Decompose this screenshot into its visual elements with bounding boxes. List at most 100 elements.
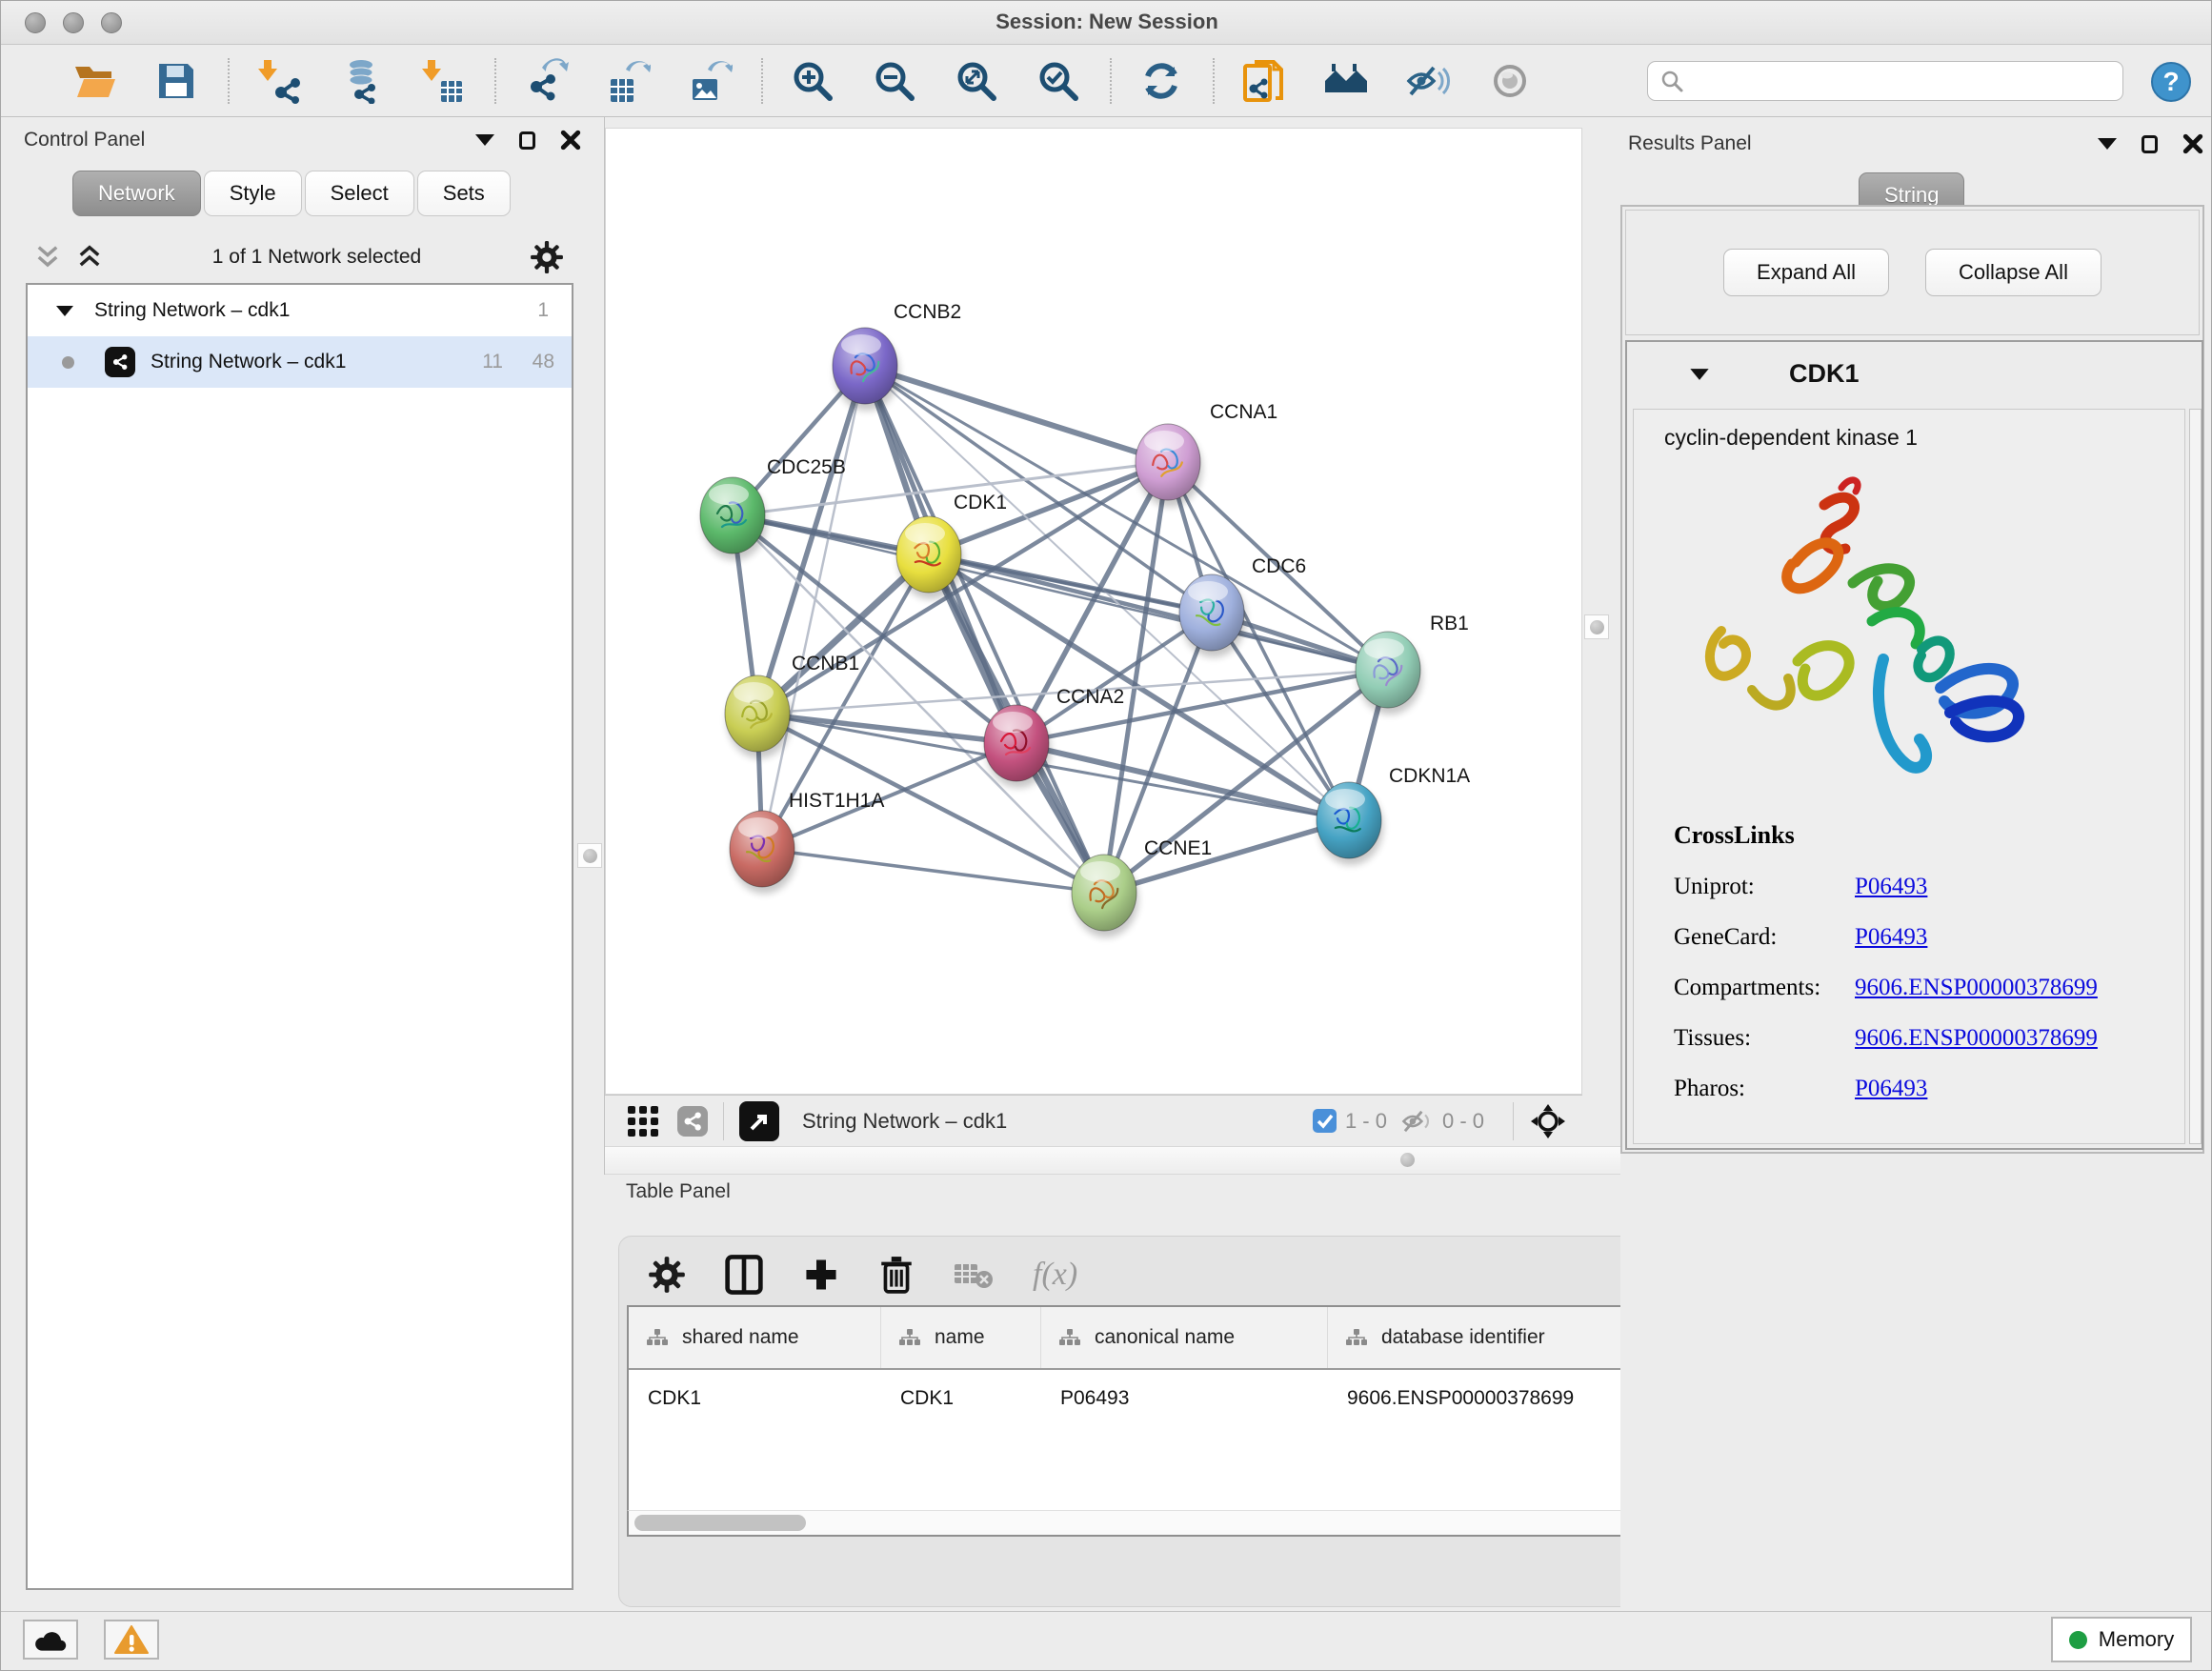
crosshair-icon[interactable] xyxy=(1529,1102,1567,1140)
table-cell[interactable]: CDK1 xyxy=(881,1387,1041,1410)
protein-structure-image xyxy=(1681,467,2062,810)
table-panel-title: Table Panel xyxy=(626,1180,731,1203)
birds-eye-view-icon[interactable] xyxy=(739,1101,779,1141)
crosslink-link[interactable]: P06493 xyxy=(1855,874,1927,899)
network-row-selected[interactable]: String Network – cdk1 11 48 xyxy=(28,336,572,388)
crosslink-link[interactable]: 9606.ENSP00000378699 xyxy=(1855,1025,2098,1051)
node-label-CCNA2: CCNA2 xyxy=(1056,686,1124,708)
network-node-HIST1H1A[interactable] xyxy=(730,811,796,894)
open-session-button[interactable] xyxy=(70,56,119,106)
table-cell[interactable]: 9606.ENSP00000378699 xyxy=(1328,1387,1635,1410)
collapse-all-icon[interactable] xyxy=(33,243,62,272)
network-node-CCNE1[interactable] xyxy=(1072,855,1138,937)
column-header-shared-name[interactable]: shared name xyxy=(629,1307,881,1368)
left-splitter-handle[interactable] xyxy=(577,843,602,868)
apply-layout-button[interactable] xyxy=(1136,56,1186,106)
eye-icon xyxy=(1489,60,1531,102)
delete-table-icon[interactable] xyxy=(953,1258,995,1291)
new-network-from-selection-button[interactable] xyxy=(1239,56,1289,106)
tree-expand-caret-icon[interactable] xyxy=(56,304,73,317)
network-collection-row[interactable]: String Network – cdk1 1 xyxy=(28,285,572,336)
results-panel-title: Results Panel xyxy=(1628,132,1752,155)
first-neighbors-button[interactable] xyxy=(1321,56,1371,106)
search-input[interactable] xyxy=(1692,64,2122,98)
crosslink-label: Uniprot: xyxy=(1674,874,1855,900)
table-settings-gear-icon[interactable] xyxy=(648,1256,686,1294)
panel-menu-icon[interactable] xyxy=(2098,138,2117,150)
tab-network[interactable]: Network xyxy=(72,171,201,216)
function-builder-icon[interactable]: f(x) xyxy=(1033,1257,1077,1293)
network-node-CDC6[interactable] xyxy=(1179,574,1246,657)
panel-menu-icon[interactable] xyxy=(475,134,494,146)
table-cell[interactable]: P06493 xyxy=(1041,1387,1328,1410)
export-network-button[interactable] xyxy=(521,56,571,106)
network-view-canvas[interactable]: CCNB2CCNA1CDC25BCDK1CDC6RB1CCNB1CCNA2CDK… xyxy=(605,128,1582,1095)
right-splitter-handle[interactable] xyxy=(1584,614,1609,639)
section-collapse-caret-icon[interactable] xyxy=(1690,367,1709,381)
tab-sets[interactable]: Sets xyxy=(417,171,511,216)
zoom-out-button[interactable] xyxy=(870,56,919,106)
cloud-status-button[interactable] xyxy=(23,1620,78,1660)
network-node-CDKN1A[interactable] xyxy=(1317,782,1383,865)
export-image-button[interactable] xyxy=(685,56,734,106)
zoom-selected-button[interactable] xyxy=(1034,56,1083,106)
network-view-icon[interactable] xyxy=(677,1106,708,1137)
table-cell[interactable]: CDK1 xyxy=(629,1387,881,1410)
zoom-in-button[interactable] xyxy=(788,56,837,106)
edge-CCNE1-CDKN1A[interactable] xyxy=(1104,820,1349,893)
memory-button[interactable]: Memory xyxy=(2051,1617,2192,1662)
network-node-CCNB1[interactable] xyxy=(725,675,792,758)
edge-CCNB2-CCNE1[interactable] xyxy=(865,366,1104,893)
expand-all-icon[interactable] xyxy=(75,243,104,272)
panel-float-icon[interactable] xyxy=(2142,135,2158,153)
network-node-CCNB2[interactable] xyxy=(833,328,899,411)
network-node-CCNA1[interactable] xyxy=(1136,424,1202,507)
column-type-icon xyxy=(646,1328,669,1347)
crosslink-row: Tissues:9606.ENSP00000378699 xyxy=(1674,1013,2098,1063)
crosslink-link[interactable]: P06493 xyxy=(1855,924,1927,950)
network-node-CDK1[interactable] xyxy=(896,516,963,599)
grid-view-icon[interactable] xyxy=(624,1102,662,1140)
import-table-file-button[interactable] xyxy=(418,56,468,106)
panel-close-icon[interactable] xyxy=(560,130,581,151)
tab-select[interactable]: Select xyxy=(305,171,414,216)
import-table-icon xyxy=(420,58,466,104)
node-label-CDK1: CDK1 xyxy=(954,492,1007,513)
show-columns-icon[interactable] xyxy=(724,1254,764,1296)
panel-float-icon[interactable] xyxy=(519,131,535,150)
network-node-RB1[interactable] xyxy=(1356,632,1422,715)
show-all-button[interactable] xyxy=(1485,56,1535,106)
gear-icon[interactable] xyxy=(530,240,564,274)
zoom-fit-button[interactable] xyxy=(952,56,1001,106)
network-node-CCNA2[interactable] xyxy=(984,705,1051,788)
scrollbar-thumb[interactable] xyxy=(634,1515,806,1531)
import-network-database-button[interactable] xyxy=(336,56,386,106)
crosslink-link[interactable]: 9606.ENSP00000378699 xyxy=(1855,975,2098,1000)
eye-slash-icon xyxy=(1405,60,1451,102)
edge-CCNB2-CCNA1[interactable] xyxy=(865,366,1168,462)
column-header-canonical-name[interactable]: canonical name xyxy=(1041,1307,1328,1368)
crosslink-link[interactable]: P06493 xyxy=(1855,1076,1927,1101)
tab-style[interactable]: Style xyxy=(204,171,302,216)
column-header-name[interactable]: name xyxy=(881,1307,1041,1368)
results-scrollbar[interactable] xyxy=(2189,409,2202,1144)
collapse-all-button[interactable]: Collapse All xyxy=(1925,249,2101,296)
column-type-icon xyxy=(898,1328,921,1347)
warning-status-button[interactable] xyxy=(104,1620,159,1660)
hide-selected-button[interactable] xyxy=(1403,56,1453,106)
selected-checkbox-icon[interactable] xyxy=(1312,1108,1337,1134)
import-network-file-button[interactable] xyxy=(254,56,304,106)
export-table-button[interactable] xyxy=(603,56,653,106)
add-column-icon[interactable] xyxy=(802,1256,840,1294)
column-header-database-identifier[interactable]: database identifier xyxy=(1328,1307,1635,1368)
help-button[interactable]: ? xyxy=(2150,61,2192,108)
delete-column-icon[interactable] xyxy=(878,1255,915,1295)
edge-CCNB2-RB1[interactable] xyxy=(865,366,1388,670)
network-node-CDC25B[interactable] xyxy=(700,477,767,560)
expand-all-button[interactable]: Expand All xyxy=(1723,249,1889,296)
hidden-eye-icon[interactable] xyxy=(1400,1106,1435,1137)
save-session-button[interactable] xyxy=(151,56,201,106)
panel-close-icon[interactable] xyxy=(2182,133,2203,154)
edge-CCNB1-CCNA2[interactable] xyxy=(757,714,1016,743)
edge-CCNE1-HIST1H1A[interactable] xyxy=(762,849,1104,893)
